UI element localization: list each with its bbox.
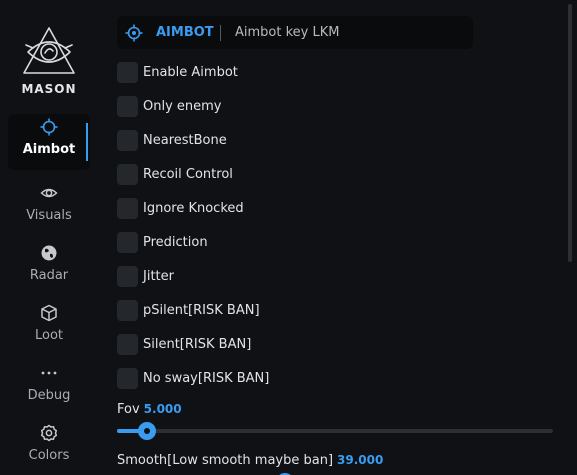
option-label: Enable Aimbot (143, 65, 238, 80)
option-label: Jitter (143, 269, 174, 284)
eye-icon (40, 188, 58, 198)
option-label: Prediction (143, 235, 208, 250)
checkbox[interactable] (117, 334, 138, 355)
sidebar-item-loot[interactable]: Loot (8, 300, 90, 356)
sidebar-item-label: Debug (27, 388, 71, 403)
option-label: pSilent[RISK BAN] (143, 303, 260, 318)
brand-name: MASON (21, 82, 77, 96)
option-label: Recoil Control (143, 167, 233, 182)
checkbox[interactable] (117, 368, 138, 389)
sidebar-item-visuals[interactable]: Visuals (8, 180, 90, 236)
header-divider (220, 25, 221, 41)
tab-header: AIMBOT Aimbot key LKM (117, 16, 473, 49)
checkbox[interactable] (117, 266, 138, 287)
sidebar-item-colors[interactable]: Colors (8, 420, 90, 475)
sidebar-item-label: Visuals (26, 208, 72, 223)
sidebar-item-label: Loot (34, 328, 64, 343)
sidebar-item-radar[interactable]: Radar (8, 240, 90, 296)
option-label: No sway[RISK BAN] (143, 371, 270, 386)
checkbox[interactable] (117, 232, 138, 253)
fov-slider-label: Fov 5.000 (117, 402, 182, 417)
app-window: MASON Aimbot Visuals Radar Loot Debug Co… (0, 0, 577, 475)
fov-slider[interactable] (117, 422, 553, 440)
slider-name: Smooth[Low smooth maybe ban] (117, 453, 334, 468)
slider-value: 5.000 (143, 402, 182, 416)
sidebar: MASON Aimbot Visuals Radar Loot Debug Co… (0, 0, 98, 475)
box-icon (41, 304, 57, 322)
scrollbar[interactable] (568, 4, 572, 262)
slider-value: 39.000 (337, 453, 384, 467)
option-label: Only enemy (143, 99, 222, 114)
eye-triangle-logo (23, 27, 75, 74)
dots-icon (41, 371, 57, 375)
crosshair-icon (125, 24, 143, 42)
checkbox[interactable] (117, 164, 138, 185)
gear-icon (40, 424, 58, 442)
option-label: Ignore Knocked (143, 201, 244, 216)
page-title: AIMBOT (156, 25, 214, 40)
checkbox[interactable] (117, 130, 138, 151)
option-label: Silent[RISK BAN] (143, 337, 252, 352)
slider-thumb[interactable] (138, 422, 157, 440)
checkbox[interactable] (117, 96, 138, 117)
checkbox[interactable] (117, 300, 138, 321)
sidebar-item-label: Radar (29, 268, 69, 283)
option-label: NearestBone (143, 133, 227, 148)
sidebar-item-debug[interactable]: Debug (8, 360, 90, 416)
checkbox[interactable] (117, 62, 138, 83)
globe-icon (41, 245, 57, 261)
crosshair-icon (40, 118, 58, 136)
active-indicator (86, 123, 88, 161)
sidebar-item-label: Colors (28, 448, 70, 463)
checkbox[interactable] (117, 198, 138, 219)
aimbot-key-info: Aimbot key LKM (235, 25, 340, 40)
sidebar-item-label: Aimbot (22, 142, 76, 157)
sidebar-item-aimbot[interactable]: Aimbot (8, 114, 90, 170)
slider-name: Fov (117, 402, 140, 417)
smooth-slider-label: Smooth[Low smooth maybe ban] 39.000 (117, 453, 383, 468)
